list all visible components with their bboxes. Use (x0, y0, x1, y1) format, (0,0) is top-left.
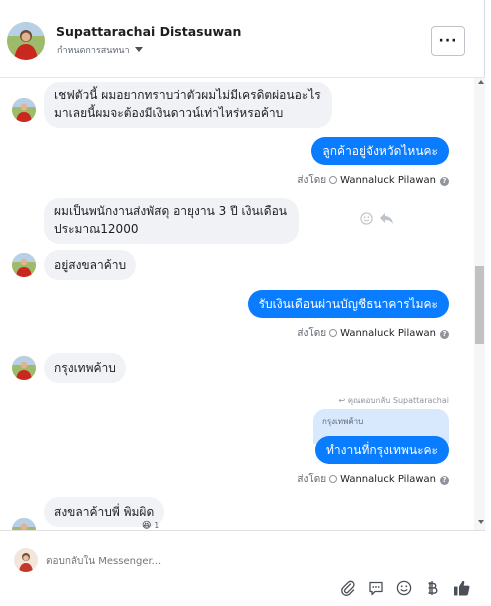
message-bubble-outgoing[interactable]: ทำงานที่กรุงเทพนะคะ (315, 436, 449, 464)
sent-by-label: ส่งโดย (297, 328, 327, 339)
conversation-panel: Supattarachai Distasuwan กำหนดการสนทนา ·… (0, 0, 485, 606)
agent-icon (329, 475, 338, 483)
chevron-down-icon (134, 47, 143, 52)
message-bubble-incoming[interactable]: อยู่สงขลาค้าบ (44, 250, 137, 280)
message-bubble-outgoing[interactable]: ลูกค้าอยู่จังหวัดไหนคะ (311, 137, 449, 165)
more-icon: ··· (438, 33, 458, 49)
contact-avatar-small (12, 518, 36, 530)
message-thread[interactable]: เชฟตัวนี้ ผมอยากทราบว่าตัวผมไม่มีเครดิตผ… (0, 78, 474, 530)
reply-note-text: คุณตอบกลับ Supattarachai (347, 396, 449, 405)
sent-by-line: ส่งโดย Wannaluck Pilawan? (297, 472, 449, 487)
message-line: ประมาณ12000 (54, 222, 139, 236)
sent-by-line: ส่งโดย Wannaluck Pilawan? (297, 326, 449, 341)
message-line: เชฟตัวนี้ ผมอยากทราบว่าตัวผมไม่มีเครดิตผ… (54, 88, 321, 102)
scroll-down-icon[interactable] (478, 520, 484, 524)
reaction-badge[interactable]: 😆 1 (142, 521, 159, 530)
page-avatar (14, 548, 38, 572)
conversation-scheduling[interactable]: กำหนดการสนทนา (57, 43, 143, 57)
contact-avatar-small (12, 98, 36, 122)
contact-avatar[interactable] (7, 22, 45, 60)
baht-icon[interactable] (423, 578, 443, 598)
sent-by-agent: Wannaluck Pilawan (340, 175, 436, 186)
message-bubble-incoming[interactable]: กรุงเทพค้าบ (44, 353, 126, 383)
reply-icon-small: ↩ (338, 396, 346, 405)
message-text: สงขลาค้าบพี่ พิมผิด (54, 505, 155, 519)
sent-by-label: ส่งโดย (297, 474, 327, 485)
help-icon[interactable]: ? (440, 177, 449, 186)
smile-icon[interactable] (359, 211, 373, 225)
message-bubble-incoming[interactable]: ผมเป็นพนักงานส่งพัสดุ อายุงาน 3 ปี เงินเ… (44, 198, 300, 244)
quoted-text: กรุงเทพค้าบ (322, 417, 364, 426)
message-line: ผมเป็นพนักงานส่งพัสดุ อายุงาน 3 ปี เงินเ… (54, 204, 288, 218)
paperclip-icon[interactable] (338, 578, 358, 598)
help-icon[interactable]: ? (440, 476, 449, 485)
thumbs-up-icon[interactable] (452, 578, 472, 598)
conversation-header: Supattarachai Distasuwan กำหนดการสนทนา ·… (0, 0, 485, 78)
message-text: รับเงินเดือนผ่านบัญชีธนาคารไมคะ (258, 297, 438, 311)
contact-avatar-small (12, 356, 36, 380)
message-input[interactable] (46, 552, 346, 570)
agent-icon (329, 176, 338, 184)
contact-avatar-small (12, 253, 36, 277)
message-text: อยู่สงขลาค้าบ (54, 258, 127, 272)
sent-by-agent: Wannaluck Pilawan (340, 328, 436, 339)
sent-by-label: ส่งโดย (297, 175, 327, 186)
more-options-button[interactable]: ··· (431, 26, 465, 56)
message-bubble-incoming[interactable]: เชฟตัวนี้ ผมอยากทราบว่าตัวผมไม่มีเครดิตผ… (44, 82, 332, 128)
reaction-emoji: 😆 (142, 521, 152, 530)
scrollbar-thumb[interactable] (475, 266, 484, 344)
message-text: กรุงเทพค้าบ (54, 361, 116, 375)
reply-note: ↩ คุณตอบกลับ Supattarachai (338, 394, 449, 407)
scroll-up-icon[interactable] (478, 80, 484, 84)
saved-reply-icon[interactable] (366, 578, 386, 598)
conversation-scheduling-label: กำหนดการสนทนา (57, 46, 130, 56)
message-line: มาเลยนี้ผมจะต้องมีเงินดาวน์เท่าไหร่หรอค้… (54, 106, 284, 120)
reaction-count: 1 (154, 521, 160, 530)
emoji-icon[interactable] (394, 578, 414, 598)
sent-by-line: ส่งโดย Wannaluck Pilawan? (297, 173, 449, 188)
sent-by-agent: Wannaluck Pilawan (340, 474, 436, 485)
message-text: ทำงานที่กรุงเทพนะคะ (326, 443, 438, 457)
help-icon[interactable]: ? (440, 330, 449, 339)
contact-name[interactable]: Supattarachai Distasuwan (56, 24, 241, 39)
reply-icon[interactable] (378, 211, 394, 225)
message-text: ลูกค้าอยู่จังหวัดไหนคะ (322, 144, 438, 158)
agent-icon (329, 329, 338, 337)
message-bubble-outgoing[interactable]: รับเงินเดือนผ่านบัญชีธนาคารไมคะ (247, 290, 449, 318)
